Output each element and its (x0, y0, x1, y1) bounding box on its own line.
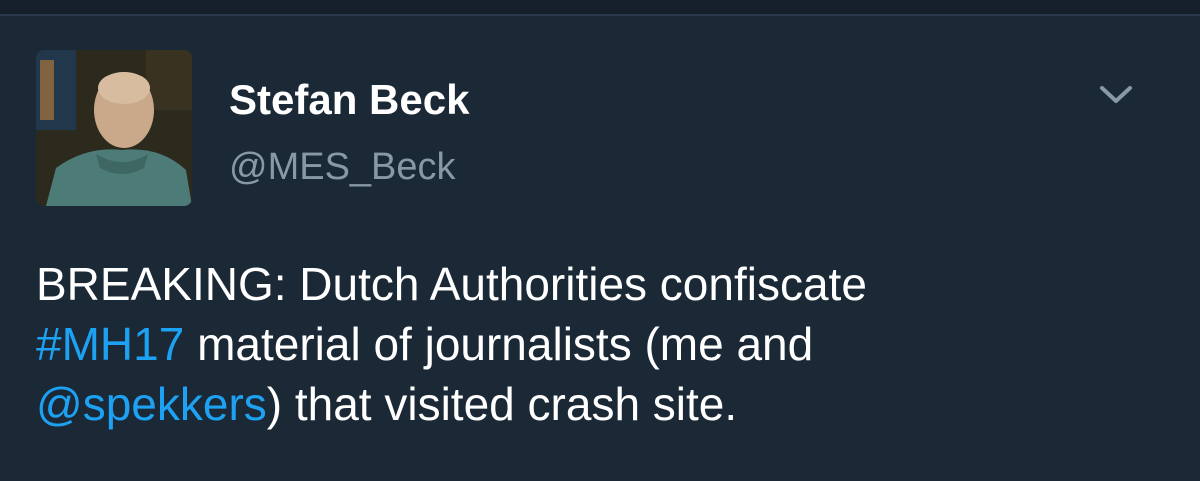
tweet-text-segment: material of journalists (me and (184, 318, 814, 370)
tweet-line-1: BREAKING: Dutch Authorities confiscate (36, 254, 1166, 314)
tweet-line-2: #MH17 material of journalists (me and (36, 314, 1166, 374)
tweet-card[interactable]: Stefan Beck @MES_Beck BREAKING: Dutch Au… (0, 16, 1200, 481)
mention-link[interactable]: @spekkers (36, 378, 267, 430)
tweet-text-segment: BREAKING: Dutch Authorities confiscate (36, 258, 867, 310)
user-handle[interactable]: @MES_Beck (229, 143, 456, 191)
hashtag-link[interactable]: #MH17 (36, 318, 184, 370)
tweet-line-3: @spekkers) that visited crash site. (36, 374, 1166, 434)
display-name[interactable]: Stefan Beck (229, 74, 469, 126)
tweet-text-segment: ) that visited crash site. (266, 378, 738, 430)
profile-photo (36, 50, 192, 206)
avatar[interactable] (36, 50, 192, 206)
tweet-text: BREAKING: Dutch Authorities confiscate #… (36, 254, 1166, 434)
chevron-down-icon[interactable] (1096, 78, 1136, 112)
top-divider (0, 0, 1200, 16)
